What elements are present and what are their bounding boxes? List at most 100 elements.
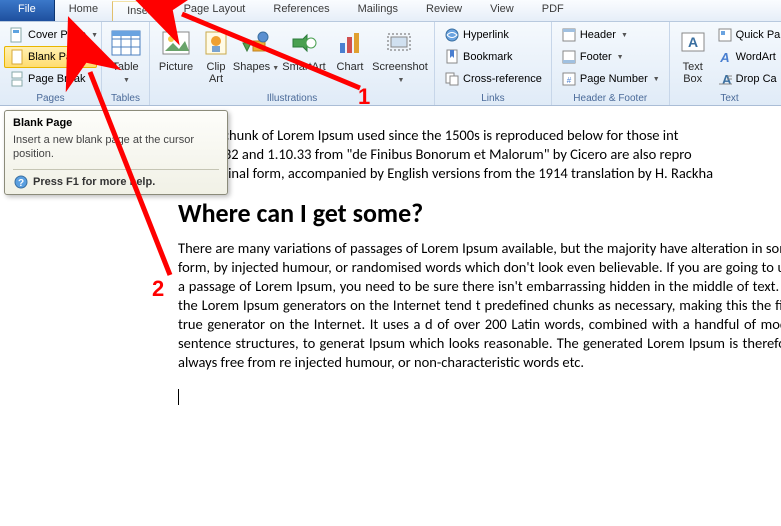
footer-label: Footer: [580, 51, 612, 63]
group-illustrations-label: Illustrations: [154, 92, 430, 104]
dropdown-icon: ▼: [91, 32, 98, 39]
picture-label: Picture: [159, 61, 193, 73]
footer-icon: [561, 49, 577, 65]
dropcap-icon: A: [717, 71, 733, 87]
chart-button[interactable]: Chart: [330, 24, 370, 74]
dropcap-label: Drop Ca: [736, 73, 777, 85]
crossref-icon: [444, 71, 460, 87]
group-pages: Cover Page ▼ Blank Page Page Break Pages: [0, 22, 102, 105]
wordart-button[interactable]: A WordArt: [712, 46, 781, 68]
quickparts-icon: [717, 27, 733, 43]
paragraph: There are many variations of passages of…: [178, 239, 781, 372]
textbox-label: Text Box: [683, 61, 703, 85]
smartart-button[interactable]: SmartArt: [278, 24, 330, 74]
header-label: Header: [580, 29, 616, 41]
shapes-label: Shapes▼: [233, 61, 279, 75]
header-button[interactable]: Header ▼: [556, 24, 665, 46]
quickparts-label: Quick Pa: [736, 29, 781, 41]
dropcap-button[interactable]: A Drop Ca: [712, 68, 781, 90]
group-links-label: Links: [439, 92, 547, 104]
blank-page-label: Blank Page: [28, 51, 84, 63]
ribbon: Cover Page ▼ Blank Page Page Break Pages…: [0, 22, 781, 106]
table-icon: [110, 27, 142, 59]
quickparts-button[interactable]: Quick Pa: [712, 24, 781, 46]
group-illustrations: Picture Clip Art Shapes▼ SmartArt Chart …: [150, 22, 435, 105]
tooltip-body: Insert a new blank page at the cursor po…: [13, 133, 219, 161]
tab-pdf[interactable]: PDF: [528, 0, 578, 21]
tab-bar: File Home Insert Page Layout References …: [0, 0, 781, 22]
tab-view[interactable]: View: [476, 0, 528, 21]
picture-button[interactable]: Picture: [154, 24, 198, 74]
tab-file[interactable]: File: [0, 0, 55, 21]
group-text-label: Text: [674, 92, 781, 104]
bookmark-label: Bookmark: [463, 51, 513, 63]
heading: Where can I get some?: [178, 197, 781, 229]
dropdown-icon: ▼: [653, 76, 660, 83]
tab-mailings[interactable]: Mailings: [344, 0, 412, 21]
screenshot-label: Screenshot▼: [372, 61, 428, 87]
shapes-button[interactable]: Shapes▼: [234, 24, 278, 76]
tab-review[interactable]: Review: [412, 0, 476, 21]
footer-button[interactable]: Footer ▼: [556, 46, 665, 68]
tab-insert[interactable]: Insert: [112, 1, 170, 21]
tooltip: Blank Page Insert a new blank page at th…: [4, 110, 228, 195]
bookmark-icon: [444, 49, 460, 65]
crossref-button[interactable]: Cross-reference: [439, 68, 547, 90]
svg-text:A: A: [719, 50, 729, 65]
hyperlink-icon: [444, 27, 460, 43]
chart-icon: [334, 27, 366, 59]
picture-icon: [160, 27, 192, 59]
clipart-label: Clip Art: [207, 61, 226, 85]
cover-page-button[interactable]: Cover Page ▼: [4, 24, 97, 46]
hyperlink-button[interactable]: Hyperlink: [439, 24, 547, 46]
textbox-button[interactable]: A Text Box: [674, 24, 712, 86]
group-tables-label: Tables: [106, 92, 145, 104]
tooltip-help: ? Press F1 for more help.: [13, 169, 219, 190]
text-cursor: [178, 386, 781, 405]
wordart-label: WordArt: [736, 51, 776, 63]
crossref-label: Cross-reference: [463, 73, 542, 85]
pagenumber-label: Page Number: [580, 73, 648, 85]
header-icon: [561, 27, 577, 43]
group-links: Hyperlink Bookmark Cross-reference Links: [435, 22, 552, 105]
screenshot-icon: [384, 27, 416, 59]
textbox-icon: A: [677, 27, 709, 59]
tab-references[interactable]: References: [259, 0, 343, 21]
table-button[interactable]: Table▼: [106, 24, 145, 88]
annotation-number-1: 1: [358, 86, 370, 108]
group-headerfooter-label: Header & Footer: [556, 92, 665, 104]
table-label: Table▼: [112, 61, 138, 87]
blank-page-button[interactable]: Blank Page: [4, 46, 97, 68]
wordart-icon: A: [717, 49, 733, 65]
tooltip-title: Blank Page: [13, 117, 219, 129]
clipart-button[interactable]: Clip Art: [198, 24, 234, 86]
cover-page-label: Cover Page: [28, 29, 86, 41]
smartart-label: SmartArt: [282, 61, 325, 73]
shapes-icon: [240, 27, 272, 59]
page-break-label: Page Break: [28, 73, 85, 85]
page-break-icon: [9, 71, 25, 87]
clipart-icon: [200, 27, 232, 59]
chart-label: Chart: [337, 61, 364, 73]
group-pages-label: Pages: [4, 92, 97, 104]
svg-text:A: A: [688, 34, 698, 50]
hyperlink-label: Hyperlink: [463, 29, 509, 41]
bookmark-button[interactable]: Bookmark: [439, 46, 547, 68]
help-icon: ?: [13, 174, 29, 190]
blank-page-icon: [9, 49, 25, 65]
page-break-button[interactable]: Page Break: [4, 68, 97, 90]
tab-home[interactable]: Home: [55, 0, 112, 21]
dropdown-icon: ▼: [621, 32, 628, 39]
pagenumber-icon: #: [561, 71, 577, 87]
annotation-number-2: 2: [152, 278, 164, 300]
group-headerfooter: Header ▼ Footer ▼ # Page Number ▼ Header…: [552, 22, 670, 105]
pagenumber-button[interactable]: # Page Number ▼: [556, 68, 665, 90]
group-tables: Table▼ Tables: [102, 22, 150, 105]
paragraph: andard chunk of Lorem Ipsum used since t…: [178, 126, 781, 183]
tab-page-layout[interactable]: Page Layout: [170, 0, 260, 21]
dropdown-icon: ▼: [617, 54, 624, 61]
screenshot-button[interactable]: Screenshot▼: [370, 24, 430, 88]
smartart-icon: [288, 27, 320, 59]
cover-page-icon: [9, 27, 25, 43]
svg-text:?: ?: [18, 178, 24, 189]
